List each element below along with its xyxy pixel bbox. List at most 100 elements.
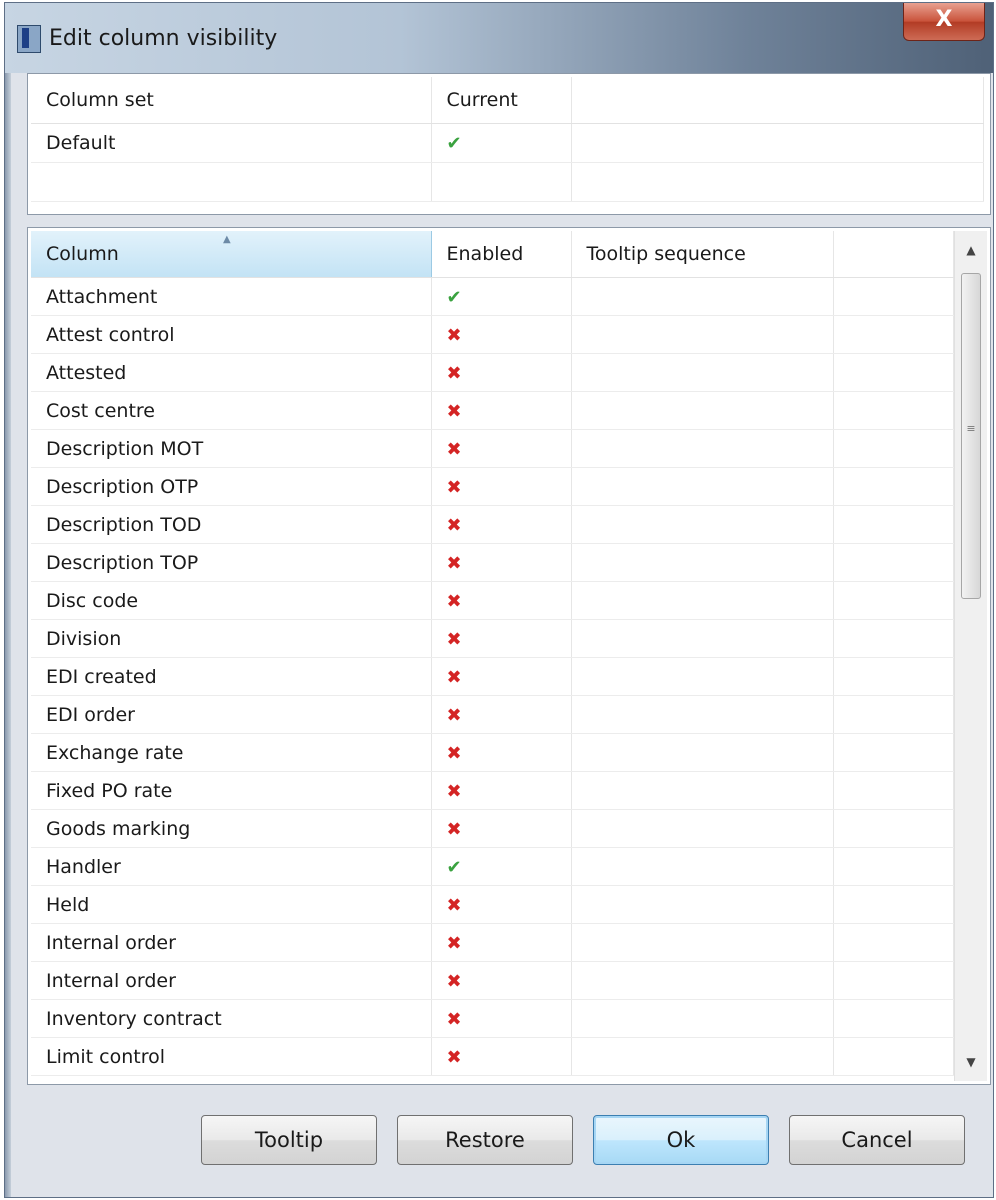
column-row[interactable]: EDI created ✖ [31,657,954,696]
current-cell[interactable]: ✔ [431,123,572,163]
column-row[interactable]: Goods marking ✖ [31,809,954,848]
column-set-row[interactable]: Default ✔ [31,123,984,163]
tooltip-sequence-cell[interactable] [571,505,834,544]
column-row[interactable]: Held ✖ [31,885,954,924]
column-row[interactable]: Attested ✖ [31,353,954,392]
column-row[interactable]: Internal order ✖ [31,961,954,1000]
scrollbar-thumb[interactable]: ≡ [961,273,981,599]
column-name: Limit control [31,1037,432,1076]
column-row[interactable]: Description TOD ✖ [31,505,954,544]
title-bar[interactable]: Edit column visibility [5,3,993,73]
tooltip-button[interactable]: Tooltip [201,1115,377,1165]
tooltip-sequence-cell[interactable] [571,619,834,658]
cross-icon: ✖ [446,742,462,764]
tooltip-sequence-cell[interactable] [571,277,834,316]
column-row[interactable]: Inventory contract ✖ [31,999,954,1038]
column-row[interactable]: Description TOP ✖ [31,543,954,582]
tooltip-sequence-cell[interactable] [571,315,834,354]
cancel-button[interactable]: Cancel [789,1115,965,1165]
column-set-header-row: Column set Current [31,77,984,124]
column-row[interactable]: Division ✖ [31,619,954,658]
enabled-cell[interactable]: ✖ [431,543,572,582]
cross-icon: ✖ [446,552,462,574]
enabled-cell[interactable]: ✔ [431,277,572,316]
current-header[interactable]: Current [431,77,572,124]
window-icon [17,25,41,53]
column-row[interactable]: Attest control ✖ [31,315,954,354]
tooltip-sequence-cell[interactable] [571,353,834,392]
column-name: Held [31,885,432,924]
tooltip-sequence-cell[interactable] [571,999,834,1038]
column-name: EDI order [31,695,432,734]
cross-icon: ✖ [446,894,462,916]
tooltip-sequence-cell[interactable] [571,1037,834,1076]
scroll-up-icon[interactable]: ▲ [955,231,987,269]
enabled-cell[interactable]: ✖ [431,619,572,658]
cross-icon: ✖ [446,1008,462,1030]
vertical-scrollbar[interactable]: ▲ ≡ ▼ [954,231,987,1081]
column-row[interactable]: Fixed PO rate ✖ [31,771,954,810]
tooltip-sequence-cell[interactable] [571,733,834,772]
tooltip-sequence-cell[interactable] [571,695,834,734]
column-name: Division [31,619,432,658]
tooltip-sequence-header[interactable]: Tooltip sequence [571,231,834,278]
columns-panel: ▲ Column Enabled Tooltip sequence Attach… [27,227,991,1085]
tooltip-sequence-cell[interactable] [571,923,834,962]
enabled-cell[interactable]: ✖ [431,733,572,772]
enabled-cell[interactable]: ✖ [431,391,572,430]
ok-button[interactable]: Ok [593,1115,769,1165]
column-name: Description MOT [31,429,432,468]
column-row[interactable]: Exchange rate ✖ [31,733,954,772]
column-row[interactable]: Description OTP ✖ [31,467,954,506]
enabled-cell[interactable]: ✖ [431,695,572,734]
enabled-cell[interactable]: ✖ [431,771,572,810]
enabled-cell[interactable]: ✖ [431,809,572,848]
tooltip-sequence-cell[interactable] [571,847,834,886]
sort-ascending-icon: ▲ [223,234,231,245]
tooltip-sequence-cell[interactable] [571,885,834,924]
restore-button[interactable]: Restore [397,1115,573,1165]
column-set-table: Column set Current Default ✔ [31,77,984,202]
column-row[interactable]: Handler ✔ [31,847,954,886]
tooltip-sequence-cell[interactable] [571,657,834,696]
tooltip-sequence-cell[interactable] [571,581,834,620]
enabled-cell[interactable]: ✖ [431,315,572,354]
enabled-cell[interactable]: ✖ [431,657,572,696]
enabled-cell[interactable]: ✖ [431,581,572,620]
enabled-cell[interactable]: ✖ [431,429,572,468]
tooltip-sequence-cell[interactable] [571,543,834,582]
column-header[interactable]: ▲ Column [31,231,432,278]
column-name: Attachment [31,277,432,316]
tooltip-sequence-cell[interactable] [571,771,834,810]
enabled-cell[interactable]: ✖ [431,885,572,924]
enabled-header[interactable]: Enabled [431,231,572,278]
column-row[interactable]: Internal order ✖ [31,923,954,962]
column-row[interactable]: Description MOT ✖ [31,429,954,468]
column-set-header[interactable]: Column set [31,77,432,124]
tooltip-sequence-cell[interactable] [571,429,834,468]
enabled-cell[interactable]: ✖ [431,505,572,544]
cross-icon: ✖ [446,400,462,422]
column-row[interactable]: Disc code ✖ [31,581,954,620]
tooltip-sequence-cell[interactable] [571,809,834,848]
enabled-cell[interactable]: ✖ [431,467,572,506]
enabled-cell[interactable]: ✖ [431,1037,572,1076]
tooltip-sequence-cell[interactable] [571,467,834,506]
tooltip-sequence-cell[interactable] [571,961,834,1000]
cross-icon: ✖ [446,628,462,650]
column-name: Inventory contract [31,999,432,1038]
tooltip-sequence-cell[interactable] [571,391,834,430]
empty-header [571,77,984,124]
cross-icon: ✖ [446,476,462,498]
column-row[interactable]: Cost centre ✖ [31,391,954,430]
enabled-cell[interactable]: ✖ [431,961,572,1000]
column-row[interactable]: Limit control ✖ [31,1037,954,1076]
column-row[interactable]: EDI order ✖ [31,695,954,734]
enabled-cell[interactable]: ✖ [431,353,572,392]
enabled-cell[interactable]: ✔ [431,847,572,886]
column-row[interactable]: Attachment ✔ [31,277,954,316]
enabled-cell[interactable]: ✖ [431,999,572,1038]
enabled-cell[interactable]: ✖ [431,923,572,962]
scroll-down-icon[interactable]: ▼ [955,1043,987,1081]
close-button[interactable]: X [903,3,985,41]
